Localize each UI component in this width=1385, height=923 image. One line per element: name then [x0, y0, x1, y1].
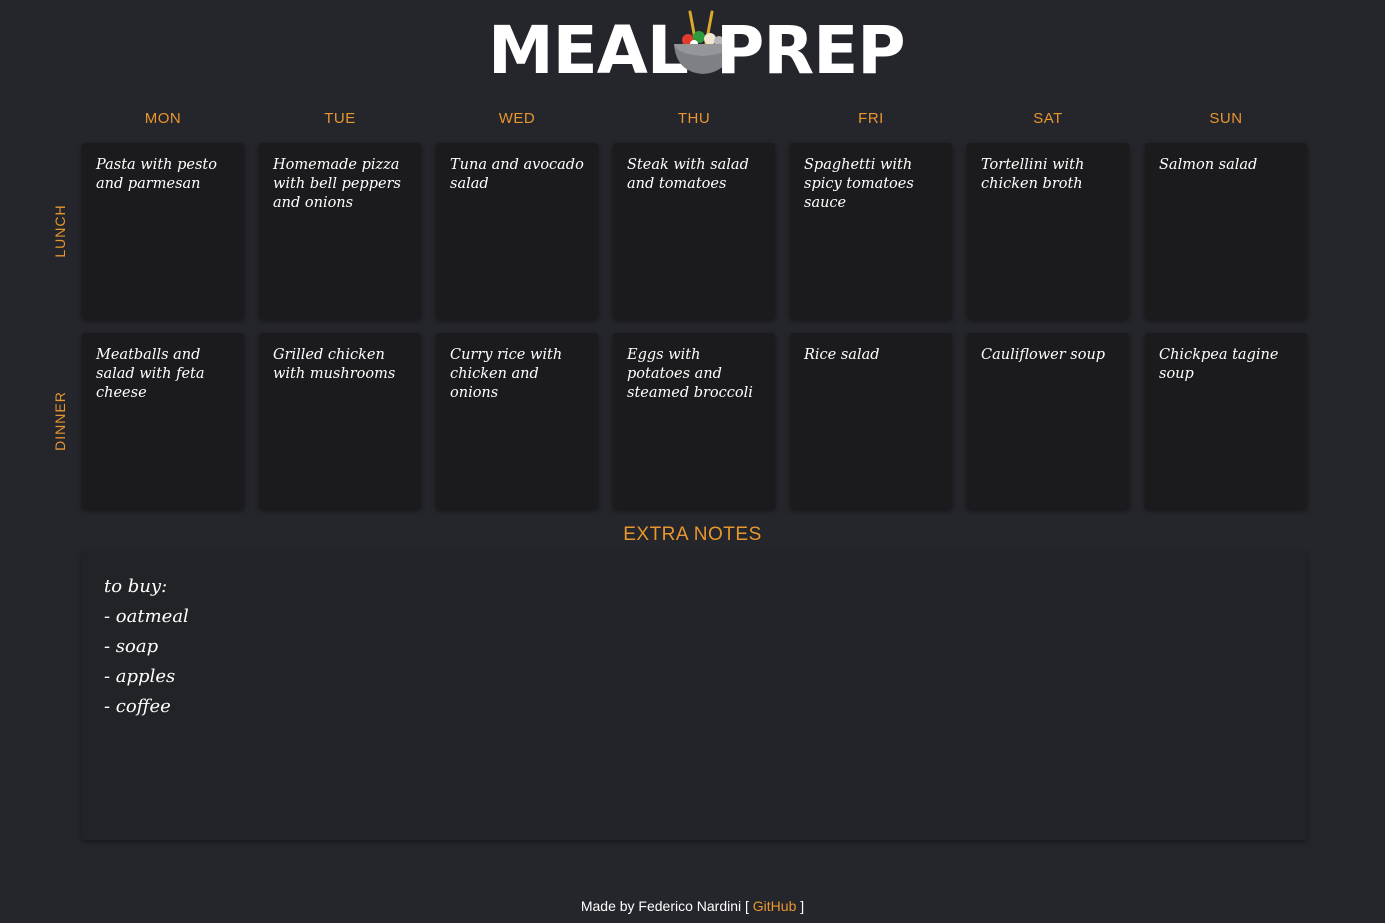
- day-header-thu: THU: [677, 110, 711, 127]
- lunch-cell-wed[interactable]: Tuna and avocado salad: [436, 143, 598, 319]
- dinner-cell-wed[interactable]: Curry rice with chicken and onions: [436, 333, 598, 509]
- day-header-wed: WED: [498, 110, 536, 127]
- dinner-cell-fri[interactable]: Rice salad: [790, 333, 952, 509]
- logo-text-prep: PREP: [716, 12, 906, 89]
- dinner-cell-sat[interactable]: Cauliflower soup: [967, 333, 1129, 509]
- github-link[interactable]: GitHub: [753, 898, 797, 914]
- logo-text-meal: MEAL: [488, 12, 689, 89]
- footer-credit: Made by Federico Nardini [: [580, 898, 749, 914]
- extra-notes-title: EXTRA NOTES: [623, 524, 762, 545]
- note-line: - coffee: [104, 696, 171, 717]
- lunch-cell-tue[interactable]: Homemade pizza with bell peppers and oni…: [259, 143, 421, 319]
- extra-notes-textarea[interactable]: to buy: - oatmeal - soap - apples - coff…: [82, 552, 1307, 840]
- footer: Made by Federico Nardini [ GitHub ]: [0, 898, 1385, 914]
- day-header-mon: MON: [144, 110, 182, 127]
- lunch-cell-mon[interactable]: Pasta with pesto and parmesan: [82, 143, 244, 319]
- footer-bracket: ]: [800, 898, 805, 914]
- row-label-dinner: DINNER: [52, 391, 68, 451]
- day-header-sat: SAT: [1033, 110, 1063, 127]
- dinner-cell-mon[interactable]: Meatballs and salad with feta cheese: [82, 333, 244, 509]
- dinner-cell-sun[interactable]: Chickpea tagine soup: [1145, 333, 1307, 509]
- note-line: - soap: [104, 636, 159, 657]
- day-header-tue: TUE: [324, 110, 356, 127]
- dinner-cell-thu[interactable]: Eggs with potatoes and steamed broccoli: [613, 333, 775, 509]
- day-header-fri: FRI: [858, 110, 884, 127]
- meal-prep-page: MEAL PREP MON TUE WED THU FRI SAT SUN LU…: [0, 0, 1385, 923]
- lunch-cell-thu[interactable]: Steak with salad and tomatoes: [613, 143, 775, 319]
- note-line: - apples: [104, 666, 176, 687]
- lunch-cell-sat[interactable]: Tortellini with chicken broth: [967, 143, 1129, 319]
- note-line: to buy:: [104, 576, 168, 597]
- lunch-cell-sun[interactable]: Salmon salad: [1145, 143, 1307, 319]
- meal-prep-logo: MEAL PREP: [488, 10, 908, 90]
- day-header-sun: SUN: [1209, 110, 1243, 127]
- note-line: - oatmeal: [104, 606, 189, 627]
- lunch-cell-fri[interactable]: Spaghetti with spicy tomatoes sauce: [790, 143, 952, 319]
- dinner-cell-tue[interactable]: Grilled chicken with mushrooms: [259, 333, 421, 509]
- row-label-lunch: LUNCH: [52, 204, 68, 258]
